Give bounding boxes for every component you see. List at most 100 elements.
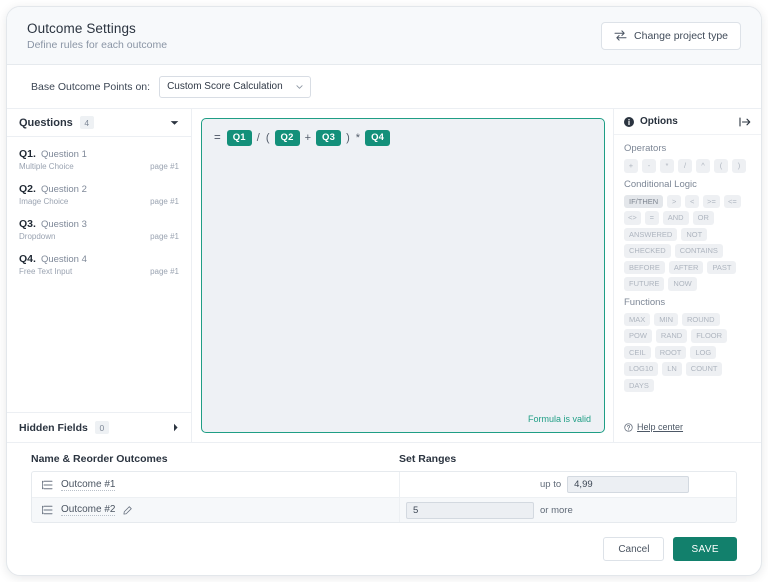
page-title: Outcome Settings (27, 20, 136, 36)
outcomes-section: Name & Reorder Outcomes Set Ranges Outco… (7, 443, 761, 523)
table-row: Outcome #2 5 or more (32, 497, 736, 522)
outcomes-table: Outcome #1 up to 4,99 Outcome #2 5 or mo… (31, 471, 737, 523)
edit-pencil-icon[interactable] (123, 505, 133, 515)
cancel-button[interactable]: Cancel (603, 537, 665, 561)
table-row: Outcome #1 up to 4,99 (32, 472, 736, 497)
outcomes-headers: Name & Reorder Outcomes Set Ranges (31, 453, 737, 465)
options-panel: Options Operators + - * / ^ ( ) Conditio… (613, 109, 761, 442)
reorder-handle-icon[interactable] (42, 480, 53, 490)
formula-token-q1[interactable]: Q1 (226, 130, 252, 146)
formula-token-q3[interactable]: Q3 (316, 130, 342, 146)
function-chip-min[interactable]: MIN (654, 312, 679, 326)
function-chip-ln[interactable]: LN (662, 362, 682, 376)
info-icon (624, 116, 634, 127)
question-number: Q2. (19, 183, 36, 195)
logic-chip-past[interactable]: PAST (707, 260, 737, 274)
formula-token-q4[interactable]: Q4 (365, 130, 391, 146)
list-item[interactable]: Q3. Question 3 Dropdown page #1 (7, 212, 191, 247)
name-reorder-header: Name & Reorder Outcomes (31, 453, 168, 465)
operator-chip-divide[interactable]: / (678, 159, 692, 173)
outcome-range-cell: 5 or more (400, 498, 736, 522)
operator-chip-multiply[interactable]: * (660, 159, 674, 173)
questions-panel-header[interactable]: Questions 4 (7, 109, 191, 137)
questions-count-badge: 4 (79, 116, 94, 129)
options-panel-header: Options (614, 109, 761, 135)
hidden-fields-title: Hidden Fields (19, 421, 88, 434)
question-name: Question 3 (40, 219, 87, 230)
logic-chip-equal[interactable]: = (644, 211, 659, 225)
base-outcome-points-select[interactable]: Custom Score Calculation (159, 75, 312, 98)
chevron-down-icon (296, 84, 303, 89)
question-number: Q3. (19, 218, 36, 230)
hidden-fields-section[interactable]: Hidden Fields 0 (7, 412, 191, 442)
question-name: Question 2 (40, 184, 87, 195)
question-number: Q1. (19, 148, 36, 160)
function-chip-floor[interactable]: FLOOR (691, 329, 728, 343)
logic-chip-less-than[interactable]: < (685, 194, 700, 208)
range-label-or-more: or more (540, 504, 573, 516)
formula-token-q2[interactable]: Q2 (274, 130, 300, 146)
formula-token-multiply: * (355, 131, 361, 144)
question-page: page #1 (150, 197, 179, 206)
operator-chip-plus[interactable]: + (624, 159, 638, 173)
function-chip-log[interactable]: LOG (690, 345, 717, 359)
reorder-handle-icon[interactable] (42, 505, 53, 515)
function-chip-rand[interactable]: RAND (655, 329, 688, 343)
change-project-type-button[interactable]: Change project type (601, 21, 741, 50)
logic-chip-or[interactable]: OR (692, 211, 714, 225)
outcome-name-input[interactable]: Outcome #1 (61, 479, 116, 491)
logic-chip-not[interactable]: NOT (681, 227, 708, 241)
logic-chip-not-equal[interactable]: <> (624, 211, 641, 225)
outcome-range-cell: up to 4,99 (400, 472, 736, 497)
range-value-input-lower[interactable]: 5 (406, 501, 534, 519)
logic-chip-now[interactable]: NOW (668, 277, 697, 291)
set-ranges-header: Set Ranges (399, 453, 457, 465)
outcome-name-input[interactable]: Outcome #2 (61, 504, 116, 516)
logic-chip-contains[interactable]: CONTAINS (674, 244, 723, 258)
hidden-fields-count-badge: 0 (94, 421, 109, 434)
help-center-link[interactable]: Help center (637, 422, 683, 432)
operator-chip-open-paren[interactable]: ( (714, 159, 728, 173)
formula-token-divide: / (256, 131, 260, 144)
function-chip-log10[interactable]: LOG10 (624, 362, 659, 376)
function-chip-ceil[interactable]: CEIL (624, 345, 651, 359)
function-chip-root[interactable]: ROOT (654, 345, 687, 359)
logic-chip-and[interactable]: AND (662, 211, 689, 225)
logic-chip-greater-than[interactable]: > (667, 194, 682, 208)
operator-chip-power[interactable]: ^ (696, 159, 710, 173)
list-item[interactable]: Q1. Question 1 Multiple Choice page #1 (7, 142, 191, 177)
swap-arrows-icon (614, 30, 627, 41)
range-value-input-upper[interactable]: 4,99 (567, 476, 690, 493)
logic-chip-answered[interactable]: ANSWERED (624, 227, 678, 241)
formula-token-close-paren: ) (346, 131, 350, 144)
options-panel-footer: Help center (614, 414, 761, 442)
question-page: page #1 (150, 267, 179, 276)
question-type: Dropdown (19, 232, 56, 241)
logic-chip-after[interactable]: AFTER (668, 260, 704, 274)
collapse-panel-icon[interactable] (739, 116, 751, 127)
function-chip-round[interactable]: ROUND (682, 312, 720, 326)
header-texts: Outcome Settings Define rules for each o… (27, 21, 601, 51)
logic-chip-greater-equal[interactable]: >= (703, 194, 720, 208)
function-chip-pow[interactable]: POW (624, 329, 652, 343)
logic-chip-checked[interactable]: CHECKED (624, 244, 671, 258)
logic-chip-less-equal[interactable]: <= (723, 194, 741, 208)
questions-panel-title: Questions (19, 116, 73, 129)
operators-group-label: Operators (624, 143, 667, 154)
list-item[interactable]: Q4. Question 4 Free Text Input page #1 (7, 247, 191, 282)
function-chip-days[interactable]: DAYS (624, 378, 654, 392)
logic-chip-future[interactable]: FUTURE (624, 277, 665, 291)
main-area: Questions 4 Q1. Question 1 Multiple Choi… (7, 109, 761, 443)
save-button[interactable]: SAVE (673, 537, 737, 561)
outcome-name-cell: Outcome #2 (32, 498, 400, 522)
logic-chip-if-then[interactable]: IF/THEN (624, 194, 664, 208)
operator-chip-minus[interactable]: - (642, 159, 656, 173)
function-chip-max[interactable]: MAX (624, 312, 651, 326)
questions-list: Q1. Question 1 Multiple Choice page #1 Q… (7, 137, 191, 412)
logic-chip-before[interactable]: BEFORE (624, 260, 665, 274)
list-item[interactable]: Q2. Question 2 Image Choice page #1 (7, 177, 191, 212)
formula-input[interactable]: = Q1 / ( Q2 + Q3 ) * Q4 Formula is valid (201, 118, 605, 433)
function-chip-count[interactable]: COUNT (685, 362, 723, 376)
operator-chip-close-paren[interactable]: ) (732, 159, 746, 173)
question-page: page #1 (150, 162, 179, 171)
